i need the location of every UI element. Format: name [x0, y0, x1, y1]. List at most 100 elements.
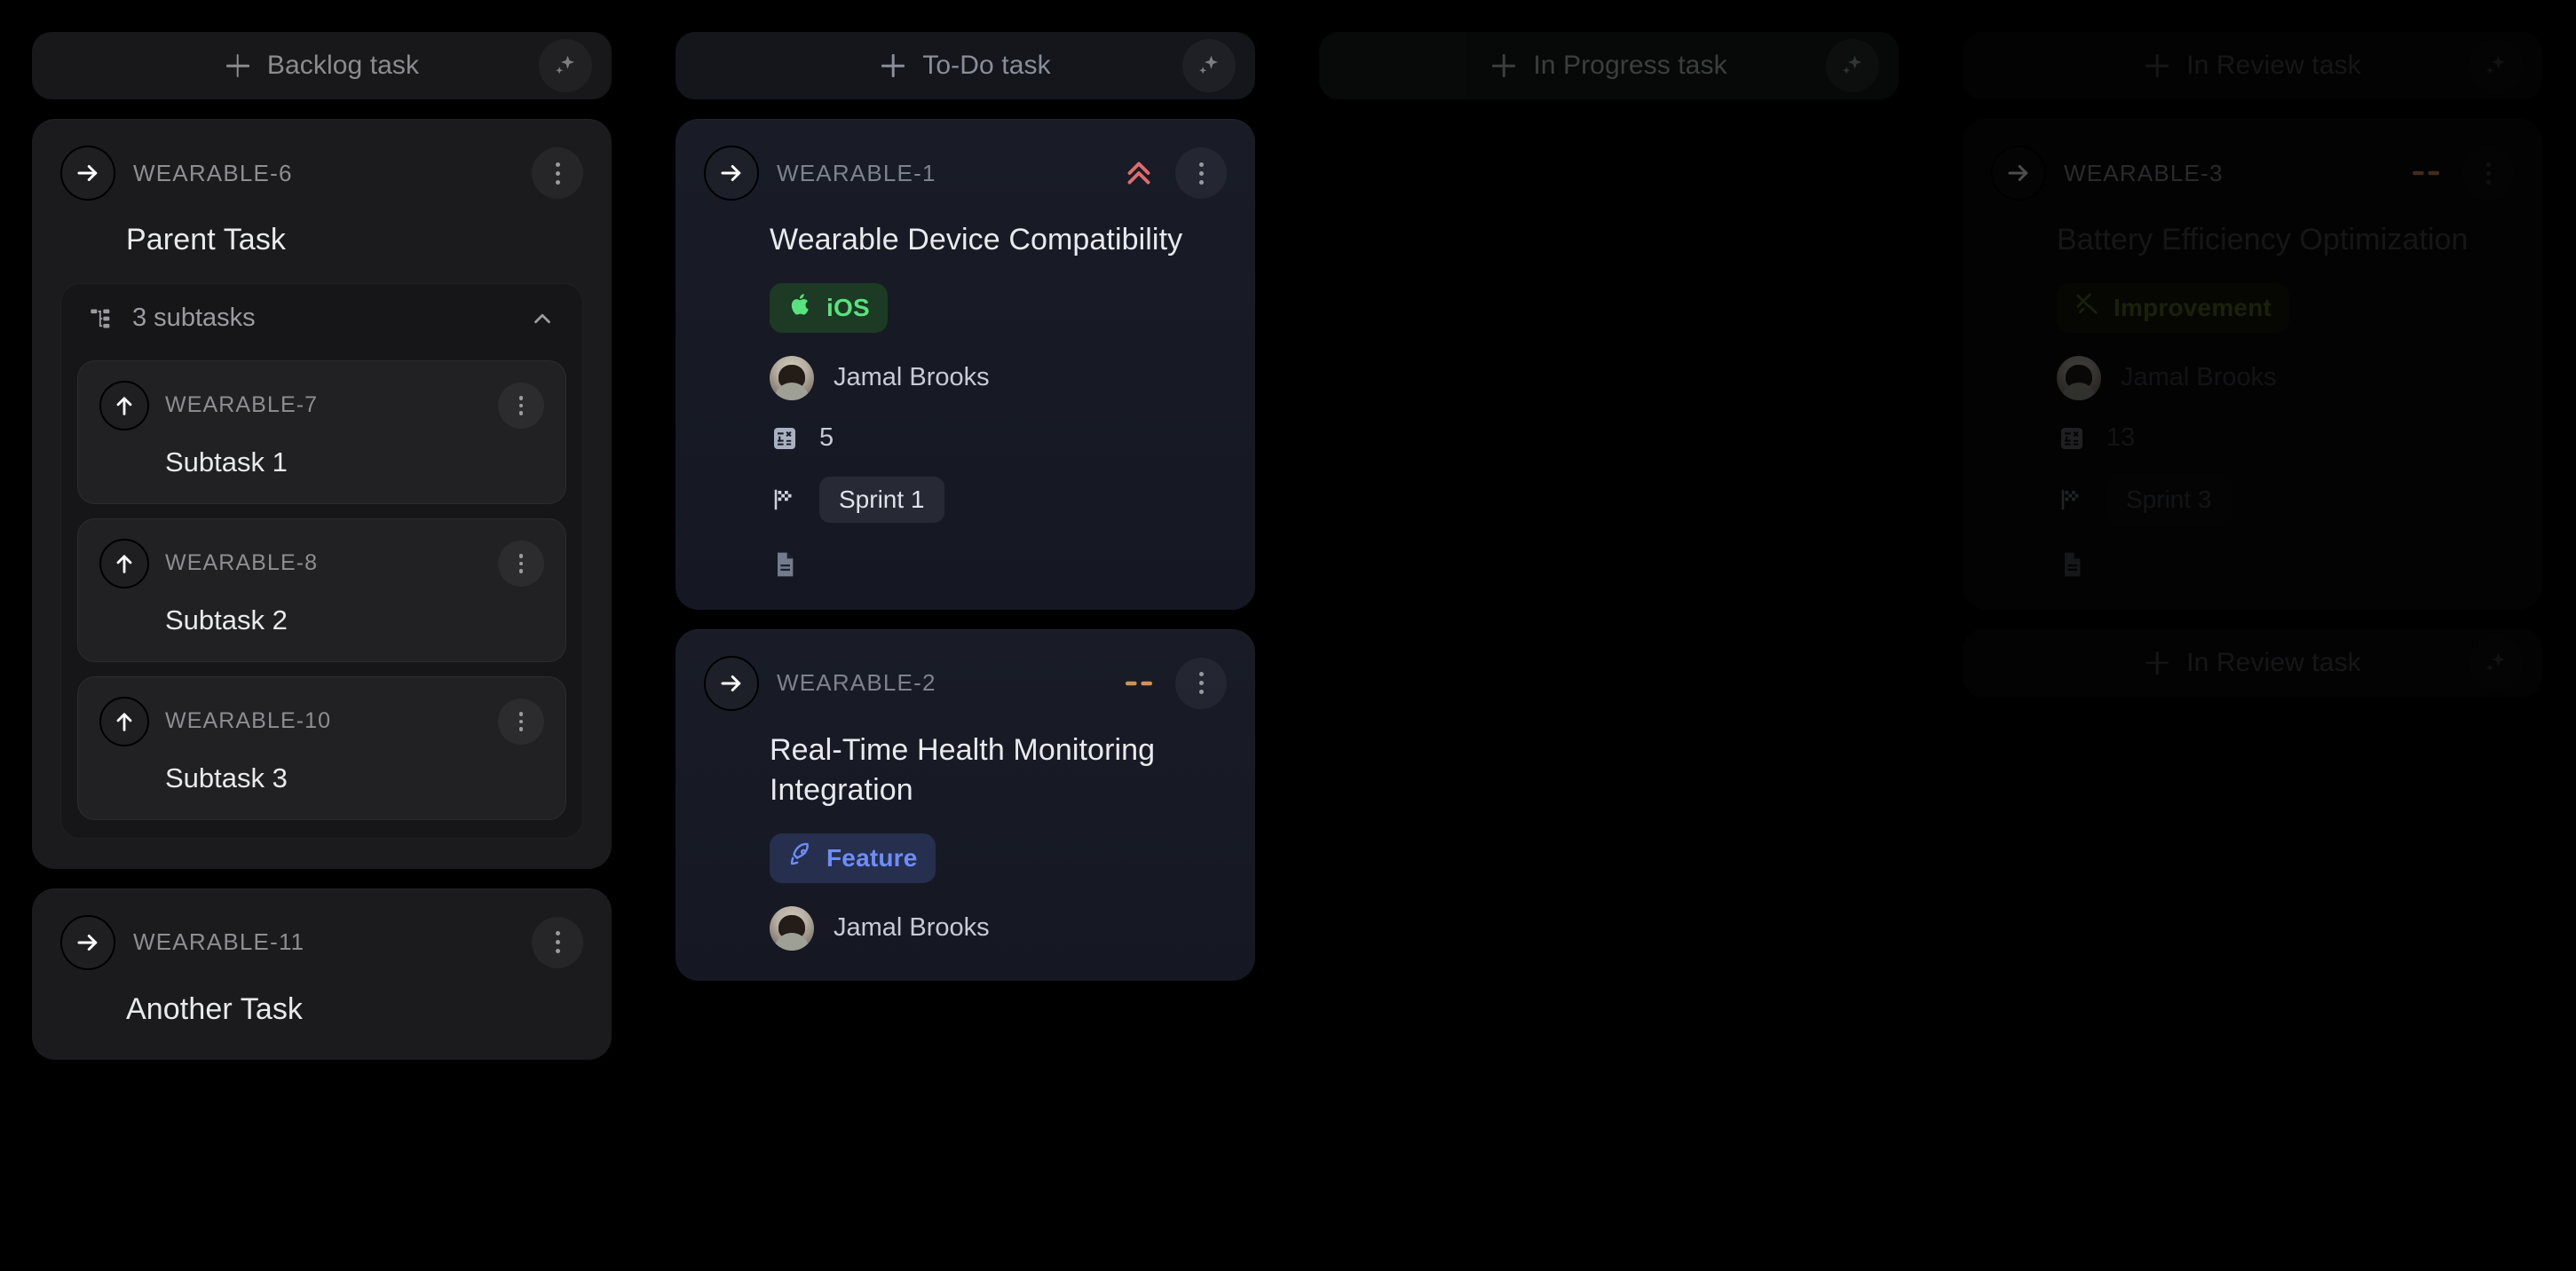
assignee-row[interactable]: Jamal Brooks [704, 905, 1227, 951]
subtask-header: WEARABLE-8 [99, 538, 544, 588]
sprint-row[interactable]: Sprint 1 [704, 476, 1227, 523]
arrow-right-icon[interactable] [60, 914, 115, 970]
assignee-name: Jamal Brooks [834, 363, 990, 392]
sparkle-icon[interactable] [1826, 39, 1879, 92]
subtask-card[interactable]: WEARABLE-7 Subtask 1 [77, 359, 566, 504]
priority-highest-icon[interactable] [1120, 154, 1158, 192]
add-in-review-task-button-bottom[interactable]: In Review task [1963, 628, 2542, 697]
add-in-progress-task-label: In Progress task [1533, 51, 1727, 80]
estimate-value: 5 [819, 423, 834, 453]
checkered-flag-icon [770, 485, 800, 515]
estimate-row[interactable]: 5 [704, 423, 1227, 454]
add-todo-task-inner: To-Do task [880, 51, 1050, 81]
add-todo-task-button[interactable]: To-Do task [676, 32, 1255, 99]
card-title: Wearable Device Compatibility [770, 223, 1183, 257]
more-vertical-icon[interactable] [498, 540, 544, 587]
card-title: Another Task [126, 991, 304, 1026]
sparkle-icon[interactable] [2469, 39, 2523, 92]
label-row: Improvement [1991, 282, 2514, 333]
sparkle-icon[interactable] [1182, 39, 1236, 92]
label-chip[interactable]: Feature [770, 833, 936, 883]
add-in-progress-task-inner: In Progress task [1490, 51, 1727, 81]
priority-medium-icon[interactable] [2407, 154, 2445, 192]
add-in-review-task-inner-bottom: In Review task [2144, 648, 2360, 678]
assignee-row[interactable]: Jamal Brooks [1991, 355, 2514, 400]
avatar [770, 355, 814, 400]
ticket-id[interactable]: WEARABLE-3 [2064, 160, 2224, 187]
card-header: WEARABLE-2 [704, 655, 1227, 711]
ticket-id[interactable]: WEARABLE-11 [133, 928, 304, 956]
card-header: WEARABLE-11 [60, 914, 583, 970]
sprint-chip[interactable]: Sprint 1 [819, 476, 944, 523]
assignee-row[interactable]: Jamal Brooks [704, 355, 1227, 400]
more-vertical-icon[interactable] [532, 147, 583, 199]
estimate-calculator-icon [2057, 423, 2087, 454]
column-todo: To-Do task WEARABLE-1 Wearable Device Co… [644, 0, 1287, 1271]
sprint-chip[interactable]: Sprint 3 [2106, 477, 2232, 523]
subtasks-header[interactable]: 3 subtasks [61, 284, 582, 353]
subtask-ticket-id[interactable]: WEARABLE-7 [165, 392, 318, 418]
card-header: WEARABLE-6 [60, 146, 583, 201]
subtask-ticket-id[interactable]: WEARABLE-10 [165, 708, 331, 734]
label-text: Feature [826, 843, 918, 872]
arrow-right-icon[interactable] [704, 655, 759, 711]
more-vertical-icon[interactable] [498, 698, 544, 745]
add-in-review-task-label-bottom: In Review task [2186, 647, 2361, 677]
description-row [704, 549, 1227, 580]
add-backlog-task-label: Backlog task [266, 51, 420, 80]
subtask-ticket-id[interactable]: WEARABLE-8 [165, 550, 318, 576]
arrow-up-icon[interactable] [99, 380, 149, 430]
column-backlog: Backlog task WEARABLE-6 Parent Task 3 su… [0, 0, 644, 1271]
add-in-review-task-button[interactable]: In Review task [1963, 32, 2542, 99]
priority-medium-icon[interactable] [1120, 665, 1158, 702]
ticket-id[interactable]: WEARABLE-6 [133, 160, 293, 187]
sprint-row[interactable]: Sprint 3 [1991, 477, 2514, 523]
add-backlog-task-button[interactable]: Backlog task [32, 32, 612, 99]
add-in-review-task-label: In Review task [2186, 51, 2361, 80]
ticket-id[interactable]: WEARABLE-1 [777, 160, 936, 187]
more-vertical-icon[interactable] [532, 916, 583, 968]
subtask-card[interactable]: WEARABLE-8 Subtask 2 [77, 517, 566, 662]
plus-icon [2144, 650, 2170, 676]
task-card[interactable]: WEARABLE-6 Parent Task 3 subtasks WEARAB… [32, 119, 612, 869]
subtask-list: WEARABLE-7 Subtask 1 WEARABLE-8 Subtask … [61, 353, 582, 838]
task-card[interactable]: WEARABLE-2 Real-Time Health Monitoring I… [676, 628, 1255, 981]
subtask-card[interactable]: WEARABLE-10 Subtask 3 [77, 675, 566, 820]
sparkle-icon[interactable] [539, 39, 592, 92]
subtask-header: WEARABLE-7 [99, 380, 544, 430]
subtask-title: Subtask 1 [165, 446, 288, 478]
label-row: iOS [704, 282, 1227, 333]
kanban-board: Backlog task WEARABLE-6 Parent Task 3 su… [0, 0, 2576, 1271]
add-in-progress-task-button[interactable]: In Progress task [1319, 32, 1899, 99]
task-card[interactable]: WEARABLE-11 Another Task [32, 888, 612, 1060]
label-chip[interactable]: iOS [770, 282, 888, 333]
task-card[interactable]: WEARABLE-3 Battery Efficiency Optimizati… [1963, 119, 2542, 610]
more-vertical-icon[interactable] [1175, 657, 1227, 709]
more-vertical-icon[interactable] [498, 382, 544, 429]
arrow-right-icon[interactable] [704, 146, 759, 201]
ticket-id[interactable]: WEARABLE-2 [777, 669, 936, 697]
estimate-value: 13 [2106, 423, 2136, 453]
subtask-title: Subtask 3 [165, 762, 288, 793]
arrow-up-icon[interactable] [99, 696, 149, 746]
arrow-right-icon[interactable] [1991, 146, 2046, 201]
label-chip[interactable]: Improvement [2057, 282, 2290, 333]
chevron-up-icon[interactable] [527, 304, 557, 334]
more-vertical-icon[interactable] [2462, 147, 2514, 199]
card-header: WEARABLE-1 [704, 146, 1227, 201]
add-in-review-task-inner: In Review task [2144, 51, 2360, 81]
plus-icon [225, 52, 251, 79]
task-card[interactable]: WEARABLE-1 Wearable Device Compatibility… [676, 119, 1255, 610]
assignee-name: Jamal Brooks [2121, 363, 2277, 392]
description-row [1991, 549, 2514, 580]
sparkle-icon[interactable] [2469, 636, 2523, 690]
subtasks-count-label: 3 subtasks [132, 304, 256, 333]
rocket-icon [787, 841, 814, 874]
arrow-right-icon[interactable] [60, 146, 115, 201]
column-in-progress: In Progress task [1287, 0, 1931, 1271]
arrow-up-icon[interactable] [99, 538, 149, 588]
estimate-row[interactable]: 13 [1991, 423, 2514, 454]
card-title: Battery Efficiency Optimization [2057, 223, 2469, 257]
more-vertical-icon[interactable] [1175, 147, 1227, 199]
apple-icon [787, 291, 814, 324]
